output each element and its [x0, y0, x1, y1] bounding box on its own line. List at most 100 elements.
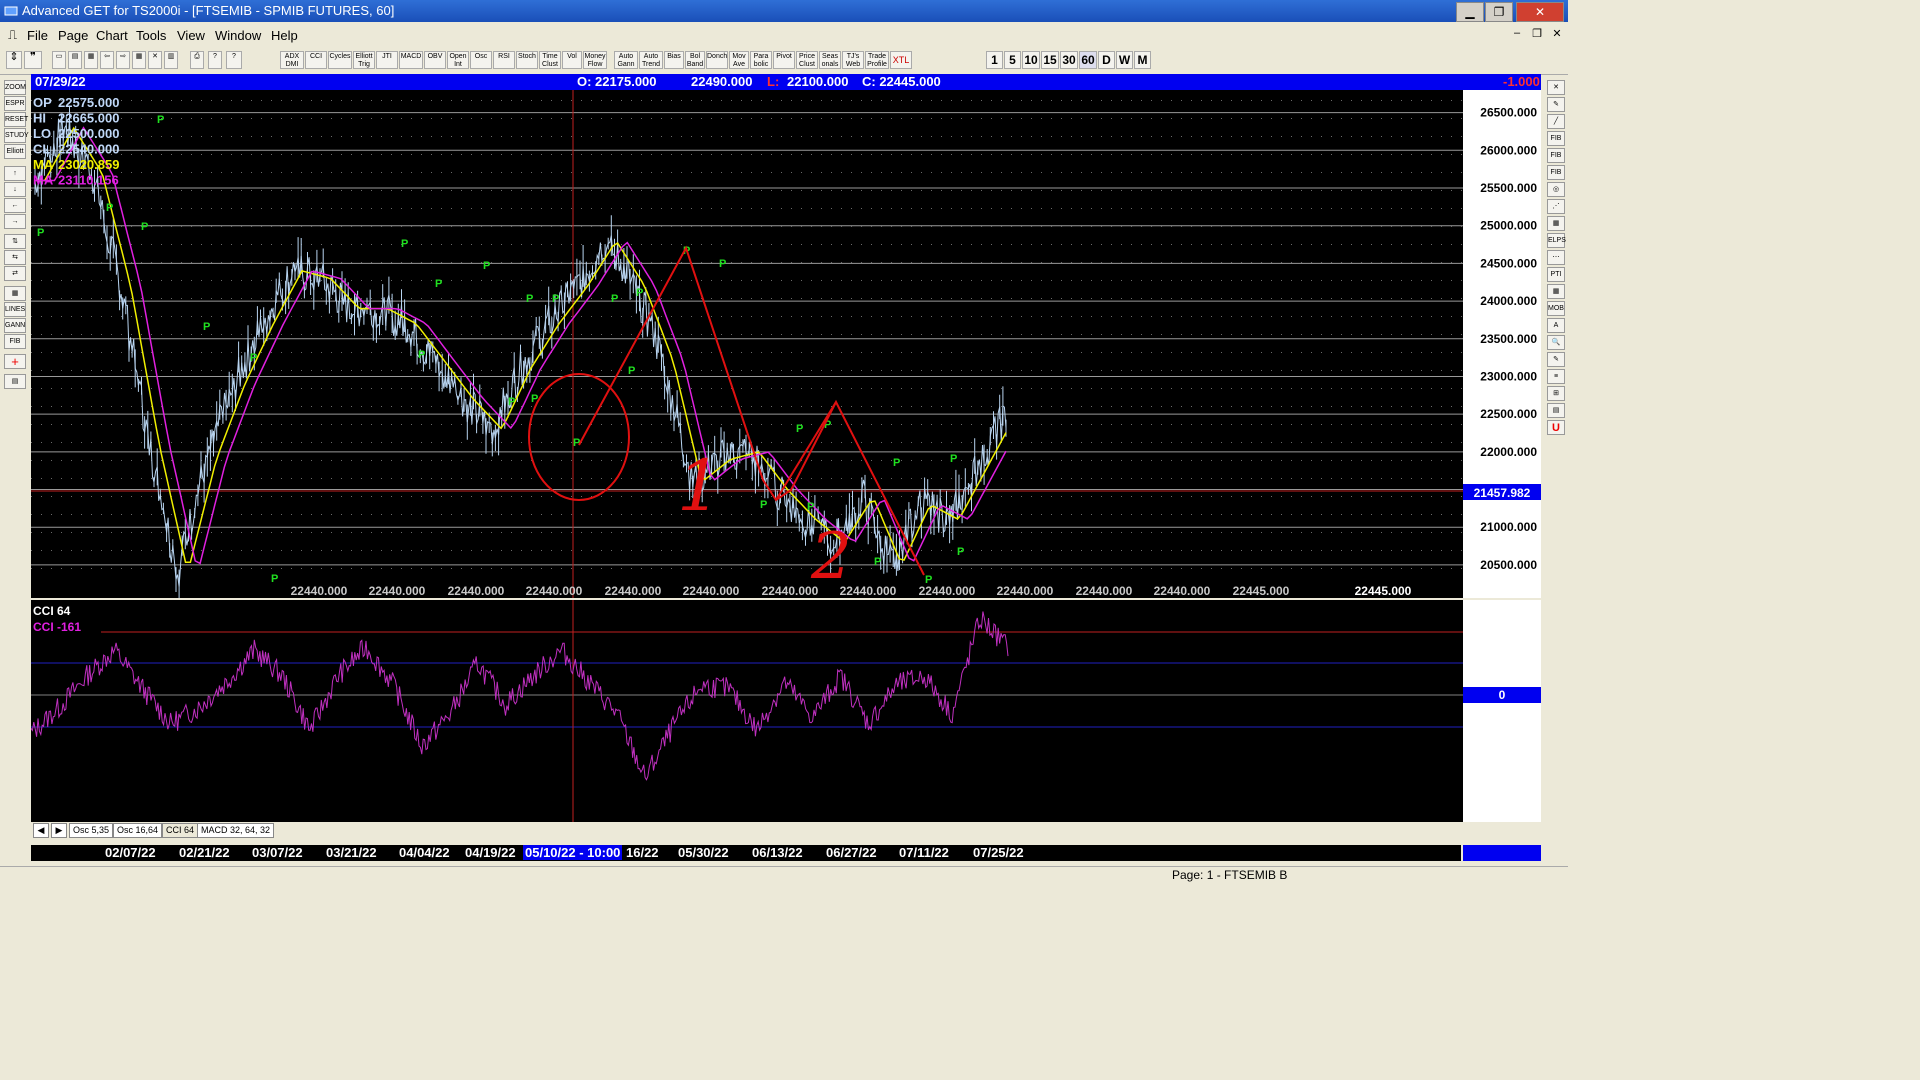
right-tool-18[interactable]: ⊞ [1547, 386, 1565, 401]
study-button-vol[interactable]: Vol [562, 51, 582, 69]
right-tool-10[interactable]: ⋯ [1547, 250, 1565, 265]
interval-button-5[interactable]: 5 [1004, 51, 1021, 69]
menu-window[interactable]: Window [215, 28, 261, 43]
study-button-price-clust[interactable]: Price Clust [796, 51, 818, 69]
left-tool-16[interactable]: + [4, 354, 26, 369]
study-button-auto-gann[interactable]: Auto Gann [614, 51, 638, 69]
tab-prev-button[interactable]: ◀ [33, 823, 49, 838]
new-page-icon[interactable]: ▭ [52, 51, 66, 69]
interval-button-m[interactable]: M [1134, 51, 1151, 69]
right-tool-2[interactable]: ╱ [1547, 114, 1565, 129]
menu-page[interactable]: Page [58, 28, 88, 43]
arrow-tool-icon[interactable]: ⇕ [6, 51, 22, 69]
study-button-macd[interactable]: MACD [399, 51, 423, 69]
study-button-xtl[interactable]: XTL [890, 51, 912, 69]
left-tool-3[interactable]: STUDY [4, 128, 29, 143]
left-tool-5[interactable]: ↑ [4, 166, 26, 181]
right-tool-20[interactable]: U [1547, 420, 1565, 435]
study-button-donch[interactable]: Donch [706, 51, 728, 69]
grid-icon[interactable]: ▦ [132, 51, 146, 69]
study-button-stoch[interactable]: Stoch [516, 51, 538, 69]
save-icon[interactable]: ▦ [84, 51, 98, 69]
left-tool-17[interactable]: ▤ [4, 374, 26, 389]
study-button-cycles[interactable]: Cycles [328, 51, 352, 69]
mdi-minimize-button[interactable]: – [1508, 27, 1526, 43]
menu-view[interactable]: View [177, 28, 205, 43]
menu-help[interactable]: Help [271, 28, 298, 43]
left-tool-1[interactable]: ESPR [4, 96, 26, 111]
interval-button-w[interactable]: W [1116, 51, 1133, 69]
right-tool-6[interactable]: ◎ [1547, 182, 1565, 197]
study-button-trade-profile[interactable]: Trade Profile [865, 51, 889, 69]
left-tool-11[interactable]: ⇄ [4, 266, 26, 281]
left-tool-10[interactable]: ⇆ [4, 250, 26, 265]
print-icon[interactable]: ⎙ [190, 51, 204, 69]
menu-chart[interactable]: Chart [96, 28, 128, 43]
price-chart[interactable]: 26500.00026000.00025500.00025000.0002450… [31, 90, 1541, 598]
right-tool-17[interactable]: ≡ [1547, 369, 1565, 384]
tab-osc-16-64[interactable]: Osc 16,64 [113, 823, 163, 838]
interval-button-10[interactable]: 10 [1022, 51, 1040, 69]
study-button-time-clust[interactable]: Time Clust [539, 51, 561, 69]
cci-chart[interactable]: CCI 64 CCI -161 0 [31, 600, 1541, 822]
interval-button-d[interactable]: D [1098, 51, 1115, 69]
layout-icon[interactable]: ▥ [164, 51, 178, 69]
tab-next-button[interactable]: ▶ [51, 823, 67, 838]
interval-button-15[interactable]: 15 [1041, 51, 1059, 69]
study-button-auto-trend[interactable]: Auto Trend [639, 51, 663, 69]
study-button-tj-s-web[interactable]: TJ's Web [842, 51, 864, 69]
right-tool-5[interactable]: FIB TIME [1547, 165, 1565, 190]
tab-osc-5-35[interactable]: Osc 5,35 [69, 823, 114, 838]
quote-icon[interactable]: ❞ [24, 51, 42, 69]
right-tool-4[interactable]: FIB EXT [1547, 148, 1565, 173]
left-tool-13[interactable]: LINES [4, 302, 26, 317]
right-tool-13[interactable]: MOB [1547, 301, 1565, 316]
study-button-mov-ave[interactable]: Mov Ave [729, 51, 749, 69]
left-tool-9[interactable]: ⇅ [4, 234, 26, 249]
study-button-bol-band[interactable]: Bol Band [685, 51, 705, 69]
study-button-money-flow[interactable]: Money Flow [583, 51, 607, 69]
right-tool-7[interactable]: ⋰ [1547, 199, 1565, 214]
study-button-obv[interactable]: OBV [424, 51, 446, 69]
cross-icon[interactable]: ✕ [148, 51, 162, 69]
study-button-open-int[interactable]: Open Int [447, 51, 469, 69]
right-tool-0[interactable]: ✕ [1547, 80, 1565, 95]
right-tool-19[interactable]: ▤ [1547, 403, 1565, 418]
right-tool-8[interactable]: ▦ [1547, 216, 1565, 231]
help-bulb-icon[interactable]: ? [208, 51, 222, 69]
menu-tools[interactable]: Tools [136, 28, 166, 43]
right-tool-11[interactable]: PTI [1547, 267, 1565, 282]
study-button-cci[interactable]: CCI [305, 51, 327, 69]
menu-file[interactable]: File [27, 28, 48, 43]
left-tool-6[interactable]: ↓ [4, 182, 26, 197]
open-icon[interactable]: ▤ [68, 51, 82, 69]
study-button-adx-dmi[interactable]: ADX DMI [280, 51, 304, 69]
context-help-icon[interactable]: ? [226, 51, 242, 69]
right-tool-16[interactable]: ✎ [1547, 352, 1565, 367]
mdi-restore-button[interactable]: ❐ [1528, 27, 1546, 43]
left-tool-15[interactable]: FIB [4, 334, 26, 349]
right-tool-1[interactable]: ✎ [1547, 97, 1565, 112]
left-tool-7[interactable]: ← [4, 198, 26, 213]
study-button-para-bolic[interactable]: Para bolic [750, 51, 772, 69]
left-tool-0[interactable]: ZOOM [4, 80, 26, 95]
left-tool-14[interactable]: GANN [4, 318, 26, 333]
left-tool-4[interactable]: Elliott [4, 144, 26, 159]
maximize-button[interactable]: ❐ [1485, 2, 1513, 22]
left-tool-8[interactable]: → [4, 214, 26, 229]
left-tool-2[interactable]: RESET [4, 112, 28, 127]
back-icon[interactable]: ⇦ [100, 51, 114, 69]
study-button-rsi[interactable]: RSI [493, 51, 515, 69]
right-tool-9[interactable]: ELPS [1547, 233, 1566, 248]
study-button-elliott-trig[interactable]: Elliott Trig [353, 51, 375, 69]
tab-cci-64[interactable]: CCI 64 [162, 823, 199, 838]
interval-button-60[interactable]: 60 [1079, 51, 1097, 69]
study-button-bias[interactable]: Bias [664, 51, 684, 69]
interval-button-30[interactable]: 30 [1060, 51, 1078, 69]
minimize-button[interactable]: ▁ [1456, 2, 1484, 22]
interval-button-1[interactable]: 1 [986, 51, 1003, 69]
close-button[interactable]: ✕ [1516, 2, 1564, 22]
tab-macd[interactable]: MACD 32, 64, 32 [197, 823, 275, 838]
mdi-close-button[interactable]: ✕ [1548, 27, 1566, 43]
right-tool-14[interactable]: A [1547, 318, 1565, 333]
